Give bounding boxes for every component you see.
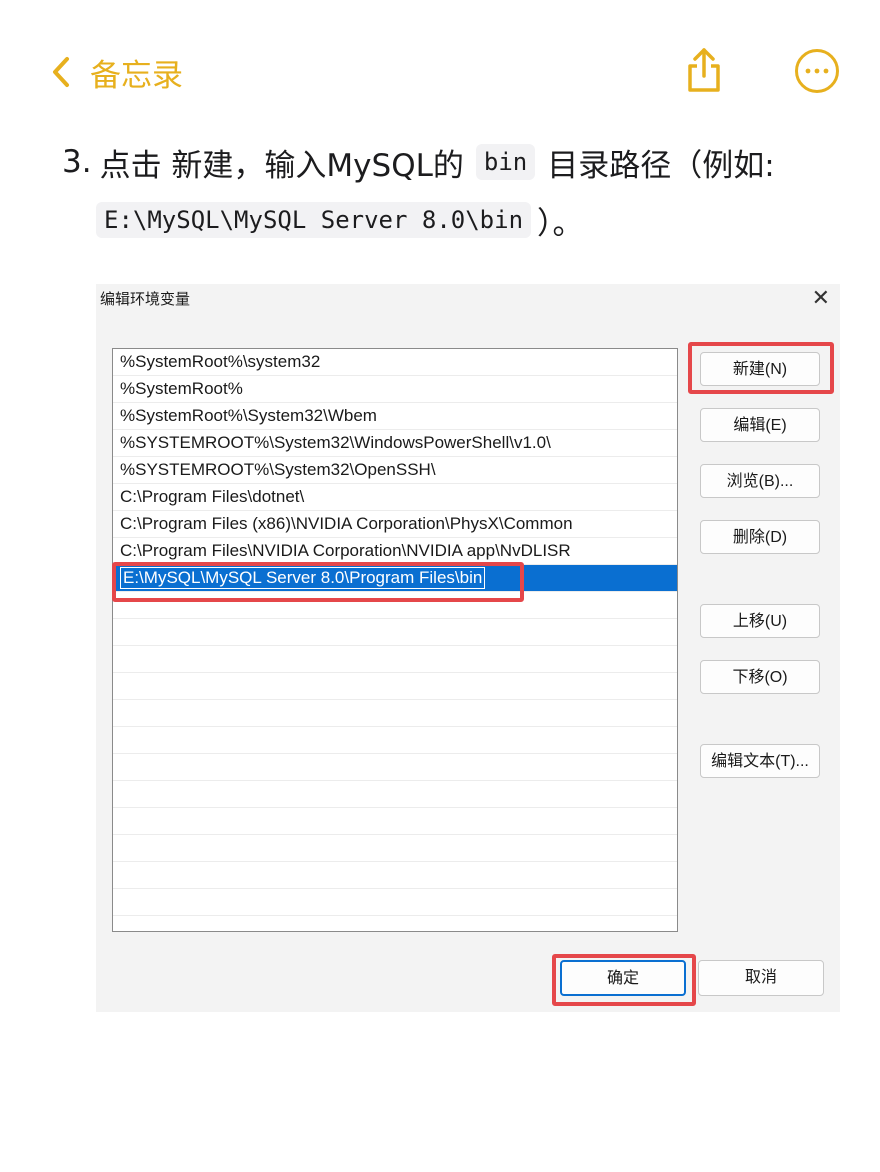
empty-row [113, 781, 677, 808]
browse-button[interactable]: 浏览(B)... [700, 464, 820, 498]
empty-row [113, 646, 677, 673]
empty-row [113, 862, 677, 889]
dialog-title: 编辑环境变量 [100, 291, 191, 308]
empty-row [113, 700, 677, 727]
path-suffix: ）。 [537, 205, 584, 242]
list-item[interactable]: %SYSTEMROOT%\System32\OpenSSH\ [113, 457, 677, 484]
list-item[interactable]: C:\Program Files\NVIDIA Corporation\NVID… [113, 538, 677, 565]
example-path-line: E:\MySQL\MySQL Server 8.0\bin ）。 [96, 196, 584, 244]
share-icon[interactable] [684, 46, 724, 94]
list-item[interactable]: C:\Program Files\dotnet\ [113, 484, 677, 511]
cancel-button[interactable]: 取消 [698, 960, 824, 996]
list-item[interactable]: %SystemRoot%\system32 [113, 349, 677, 376]
edit-text-button[interactable]: 编辑文本(T)... [700, 744, 820, 778]
empty-row [113, 592, 677, 619]
empty-row [113, 754, 677, 781]
move-down-button[interactable]: 下移(O) [700, 660, 820, 694]
list-item[interactable]: C:\Program Files (x86)\NVIDIA Corporatio… [113, 511, 677, 538]
chevron-left-icon [53, 57, 69, 87]
empty-row [113, 835, 677, 862]
list-item-selected[interactable]: E:\MySQL\MySQL Server 8.0\Program Files\… [113, 565, 677, 592]
note-page: 备忘录 3. 点击 新建，输入MySQL的 bin 目录路径（例如: E:\My… [0, 0, 880, 1172]
path-edit-input[interactable]: E:\MySQL\MySQL Server 8.0\Program Files\… [120, 567, 486, 589]
delete-button[interactable]: 删除(D) [700, 520, 820, 554]
step-text-before: 点击 新建，输入MySQL的 [99, 147, 464, 184]
inline-code-bin: bin [475, 144, 536, 180]
empty-row [113, 673, 677, 700]
edit-env-variable-dialog: 编辑环境变量 ✕ %SystemRoot%\system32 %SystemRo… [96, 284, 840, 1012]
list-item[interactable]: %SystemRoot% [113, 376, 677, 403]
new-button[interactable]: 新建(N) [700, 352, 820, 386]
inline-code-path: E:\MySQL\MySQL Server 8.0\bin [96, 202, 532, 238]
empty-row [113, 619, 677, 646]
list-item[interactable]: %SYSTEMROOT%\System32\WindowsPowerShell\… [113, 430, 677, 457]
step-instruction: 3. 点击 新建，输入MySQL的 bin 目录路径（例如: [62, 138, 775, 186]
close-icon[interactable]: ✕ [812, 286, 830, 311]
step-number: 3. [62, 144, 92, 180]
edit-button[interactable]: 编辑(E) [700, 408, 820, 442]
ok-button[interactable]: 确定 [560, 960, 686, 996]
path-list[interactable]: %SystemRoot%\system32 %SystemRoot% %Syst… [112, 348, 678, 932]
move-up-button[interactable]: 上移(U) [700, 604, 820, 638]
more-icon[interactable] [794, 48, 840, 94]
back-button[interactable]: 备忘录 [50, 50, 183, 94]
back-label: 备忘录 [90, 57, 183, 94]
empty-row [113, 808, 677, 835]
list-item[interactable]: %SystemRoot%\System32\Wbem [113, 403, 677, 430]
empty-row [113, 889, 677, 916]
step-text-after: 目录路径（例如: [547, 147, 775, 184]
empty-row [113, 916, 677, 931]
empty-row [113, 727, 677, 754]
